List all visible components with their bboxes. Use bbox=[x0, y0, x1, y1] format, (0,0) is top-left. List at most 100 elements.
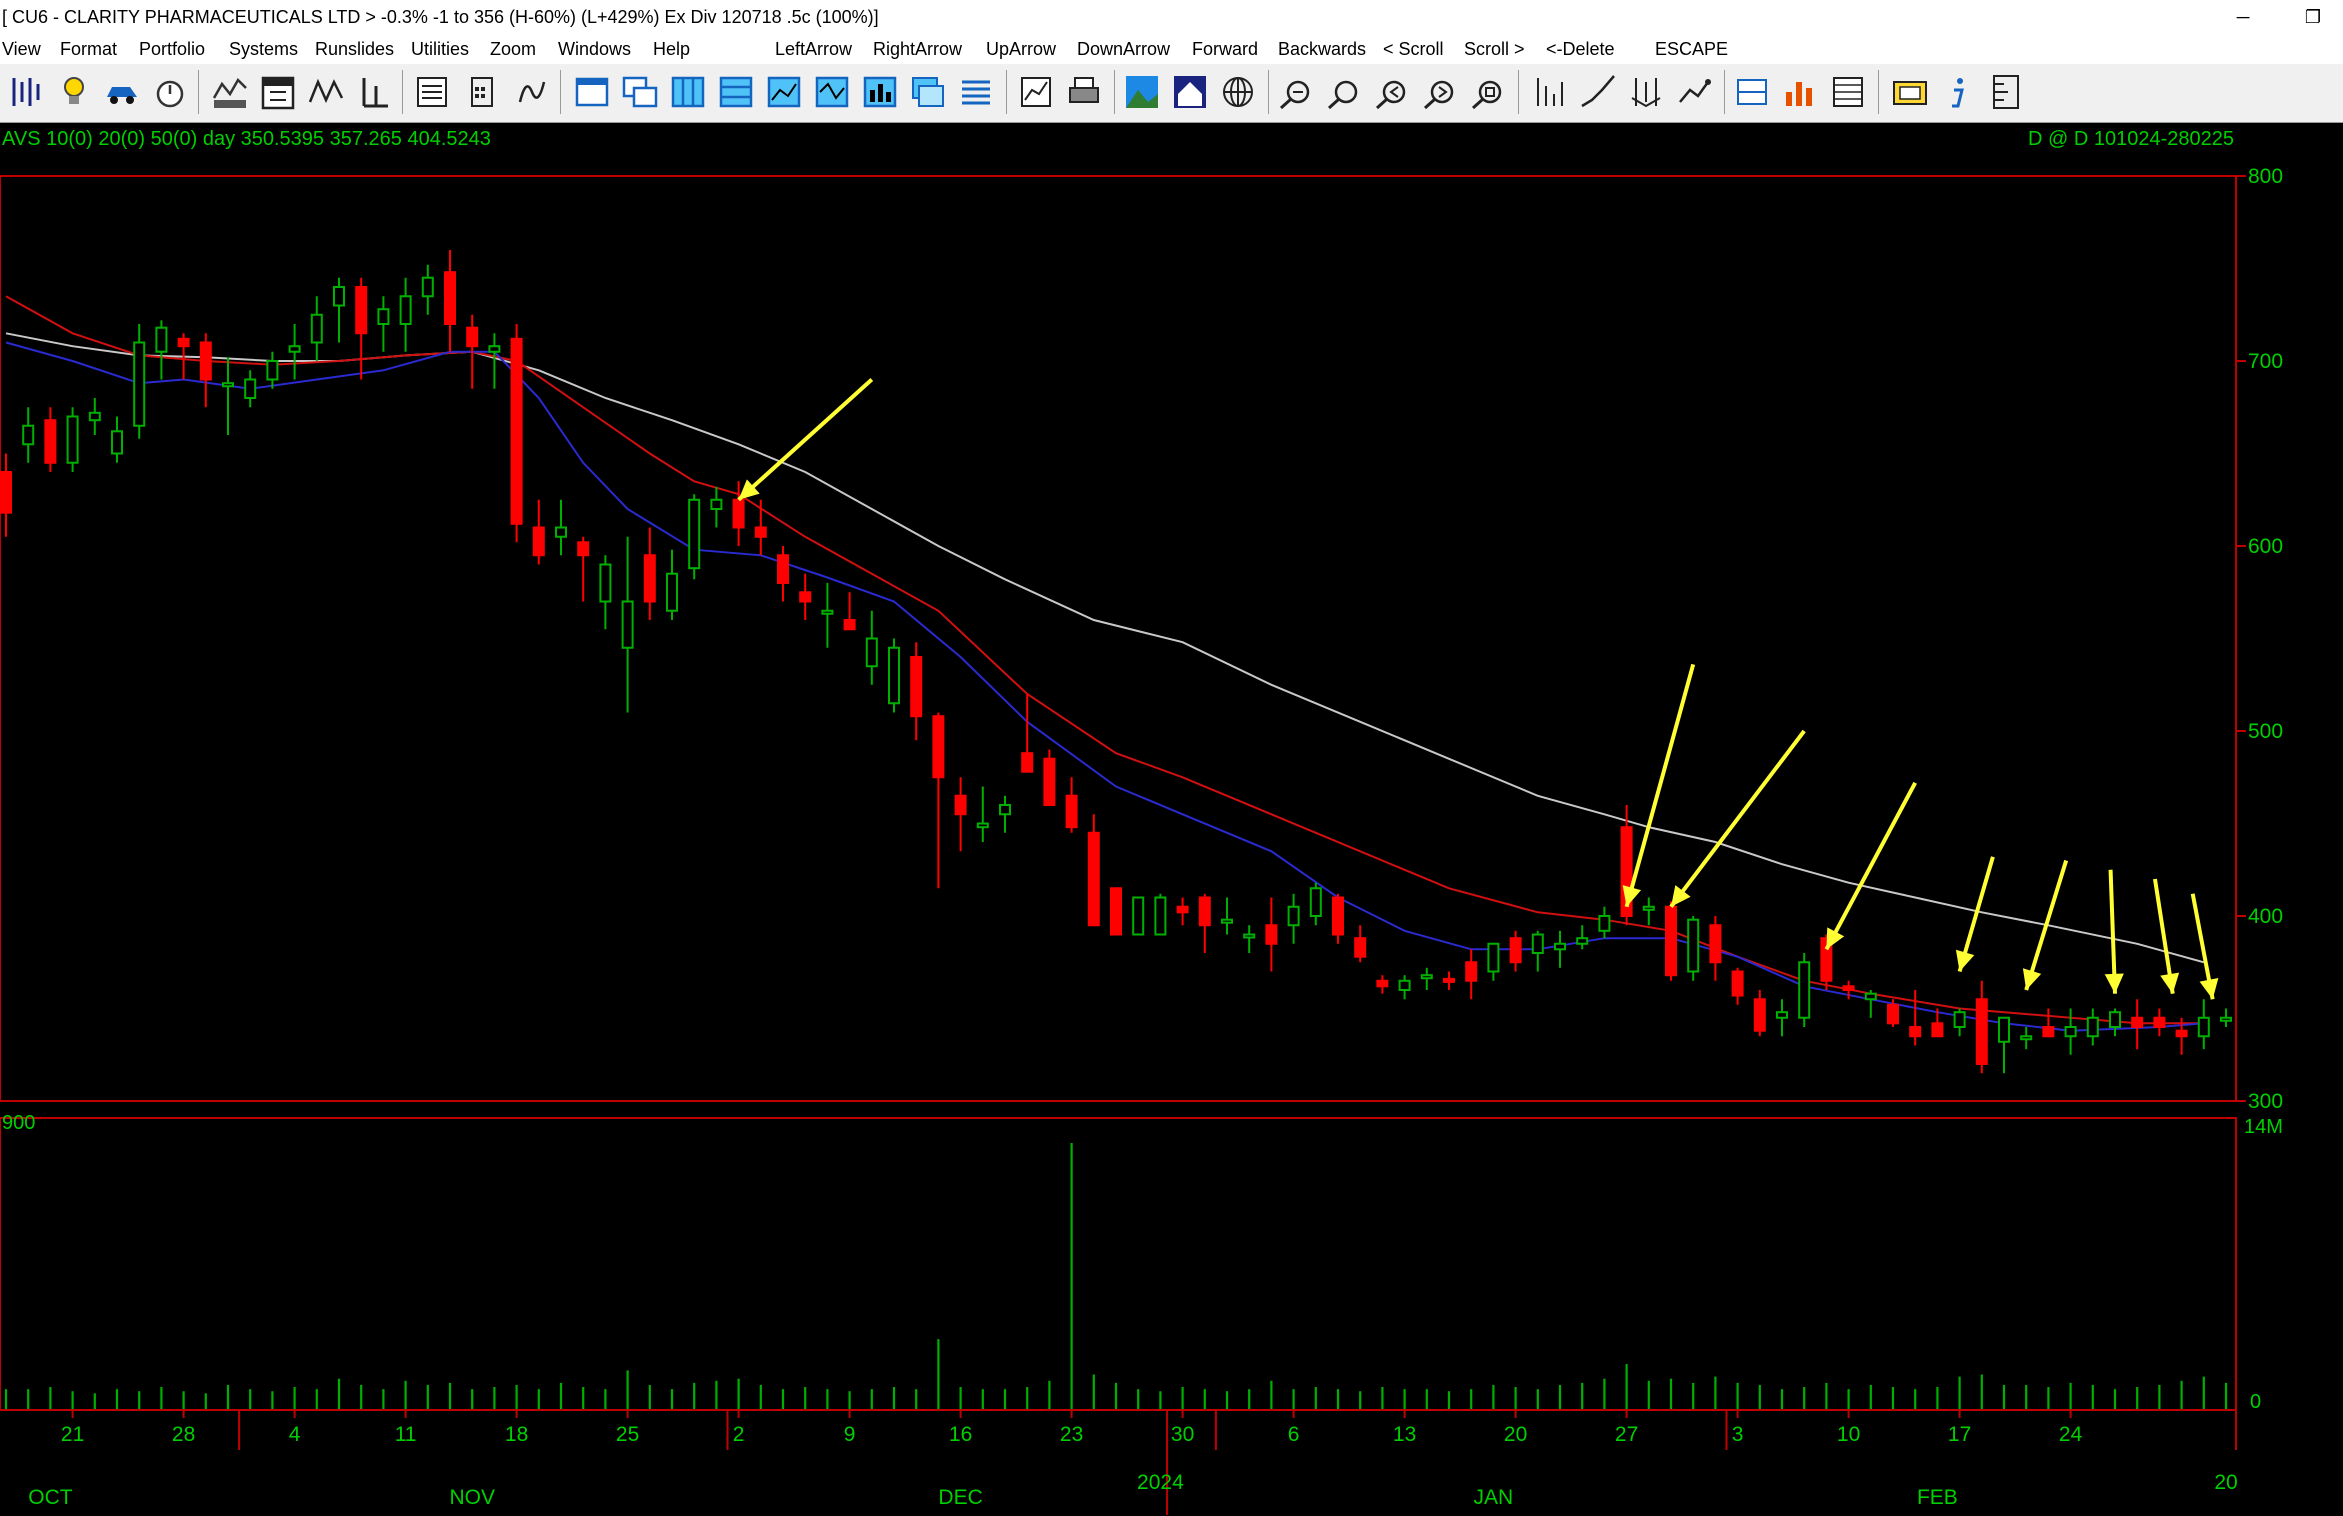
lightbulb-icon[interactable] bbox=[54, 72, 94, 112]
indicator-1234-icon[interactable] bbox=[210, 72, 250, 112]
candle-down bbox=[1354, 925, 1367, 963]
candle-body bbox=[2153, 1016, 2166, 1028]
car-icon[interactable] bbox=[102, 72, 142, 112]
menu-escape[interactable]: ESCAPE bbox=[1655, 34, 1728, 64]
menu-down-arrow[interactable]: DownArrow bbox=[1077, 34, 1170, 64]
stopwatch-icon[interactable] bbox=[150, 72, 190, 112]
candle-body bbox=[2020, 1035, 2033, 1041]
menu-delete[interactable]: <-Delete bbox=[1546, 34, 1615, 64]
web-icon[interactable] bbox=[1218, 72, 1258, 112]
candle-body bbox=[577, 541, 590, 557]
zoom-fit-icon[interactable] bbox=[1468, 72, 1508, 112]
data-f12-icon[interactable] bbox=[1732, 72, 1772, 112]
toolbar-separator bbox=[1518, 70, 1519, 114]
zigzag-icon[interactable] bbox=[306, 72, 346, 112]
candle-up bbox=[1576, 925, 1589, 950]
zoom-out-icon[interactable] bbox=[1324, 72, 1364, 112]
menu-runslides[interactable]: Runslides bbox=[315, 34, 394, 64]
info-icon[interactable] bbox=[1938, 72, 1978, 112]
menu-left-arrow[interactable]: LeftArrow bbox=[775, 34, 852, 64]
menu-view[interactable]: View bbox=[2, 34, 41, 64]
candle-up bbox=[999, 795, 1011, 833]
zoom-right-icon[interactable] bbox=[1420, 72, 1460, 112]
x-day-label: 9 bbox=[844, 1423, 856, 1446]
menu-format[interactable]: Format bbox=[60, 34, 117, 64]
menu-backwards[interactable]: Backwards bbox=[1278, 34, 1366, 64]
indicator-header: AVS 10(0) 20(0) 50(0) day 350.5395 357.2… bbox=[2, 128, 491, 150]
bars-icon[interactable] bbox=[6, 72, 46, 112]
x-day-label: 20 bbox=[1504, 1423, 1527, 1446]
calculator-icon[interactable] bbox=[462, 72, 502, 112]
x-day-label: 27 bbox=[1615, 1423, 1638, 1446]
menu-right-arrow[interactable]: RightArrow bbox=[873, 34, 962, 64]
candle-up bbox=[111, 416, 123, 463]
house-icon[interactable] bbox=[1170, 72, 1210, 112]
print-icon[interactable] bbox=[1064, 72, 1104, 112]
menu-up-arrow[interactable]: UpArrow bbox=[986, 34, 1056, 64]
candle-down bbox=[843, 592, 856, 631]
x-month-label: DEC bbox=[938, 1486, 982, 1509]
candle-up bbox=[1132, 896, 1145, 936]
candle-down bbox=[2131, 999, 2144, 1050]
menu-portfolio[interactable]: Portfolio bbox=[139, 34, 205, 64]
pfolio-icon[interactable] bbox=[412, 72, 452, 112]
x-day-label: 16 bbox=[949, 1423, 972, 1446]
dwm-icon[interactable] bbox=[1530, 72, 1570, 112]
arrow-shaft bbox=[2024, 859, 2069, 991]
candle-body bbox=[111, 430, 123, 455]
menu-utilities[interactable]: Utilities bbox=[411, 34, 469, 64]
layers-icon[interactable] bbox=[908, 72, 948, 112]
show-trade-icon[interactable] bbox=[1674, 72, 1714, 112]
menu-scroll-right[interactable]: Scroll > bbox=[1464, 34, 1525, 64]
candle-body bbox=[954, 794, 967, 816]
annotation-arrow bbox=[2022, 859, 2069, 991]
cascade-icon[interactable] bbox=[620, 72, 660, 112]
export-icon[interactable] bbox=[1890, 72, 1930, 112]
zoom-left-icon[interactable] bbox=[1372, 72, 1412, 112]
grid-icon[interactable] bbox=[1828, 72, 1868, 112]
menu-zoom[interactable]: Zoom bbox=[490, 34, 536, 64]
menu-help[interactable]: Help bbox=[653, 34, 690, 64]
bar-chart-icon[interactable] bbox=[860, 72, 900, 112]
tile-vertical-icon[interactable] bbox=[668, 72, 708, 112]
volume-panel-frame bbox=[0, 1117, 2237, 1411]
menu-systems[interactable]: Systems bbox=[229, 34, 298, 64]
annotation-arrow bbox=[1622, 663, 1696, 908]
candle-body bbox=[377, 308, 390, 325]
zoom-in-icon[interactable] bbox=[1276, 72, 1316, 112]
candle-body bbox=[66, 415, 79, 464]
candle-body bbox=[754, 526, 767, 538]
candle-body bbox=[333, 286, 345, 307]
stack-chart-icon[interactable] bbox=[1780, 72, 1820, 112]
candle-down bbox=[1021, 694, 1034, 773]
tile-horizontal-icon[interactable] bbox=[716, 72, 756, 112]
window-icon[interactable] bbox=[572, 72, 612, 112]
log-lin-icon[interactable] bbox=[1578, 72, 1618, 112]
chart-area[interactable]: AVS 10(0) 20(0) 50(0) day 350.5395 357.2… bbox=[0, 123, 2343, 1516]
candle-body bbox=[1110, 887, 1122, 936]
point-figure-icon[interactable] bbox=[354, 72, 394, 112]
line-chart-icon[interactable] bbox=[812, 72, 852, 112]
minimize-button[interactable]: ─ bbox=[2220, 0, 2266, 34]
candle-body bbox=[599, 563, 612, 603]
list-icon[interactable] bbox=[956, 72, 996, 112]
calendar-365-icon[interactable] bbox=[258, 72, 298, 112]
restore-button[interactable]: ❐ bbox=[2290, 0, 2336, 34]
arrow-head bbox=[2104, 973, 2124, 994]
formula-icon[interactable] bbox=[510, 72, 550, 112]
price-chart[interactable]: AVS 10(0) 20(0) 50(0) day 350.5395 357.2… bbox=[0, 123, 2343, 1516]
chart-window-icon[interactable] bbox=[764, 72, 804, 112]
candle-down bbox=[1465, 949, 1478, 1000]
candle-up bbox=[1953, 1008, 1966, 1037]
candle-split-icon[interactable] bbox=[1626, 72, 1666, 112]
candle-down bbox=[444, 250, 456, 352]
menu-forward[interactable]: Forward bbox=[1192, 34, 1258, 64]
landscape-icon[interactable] bbox=[1122, 72, 1162, 112]
candle-body bbox=[1154, 896, 1167, 936]
menu-scroll-left[interactable]: < Scroll bbox=[1383, 34, 1444, 64]
chart-book-icon[interactable] bbox=[1016, 72, 1056, 112]
menu-windows[interactable]: Windows bbox=[558, 34, 631, 64]
arrow-shaft bbox=[737, 378, 874, 502]
candle-down bbox=[1665, 901, 1677, 981]
ruler-icon[interactable] bbox=[1986, 72, 2026, 112]
